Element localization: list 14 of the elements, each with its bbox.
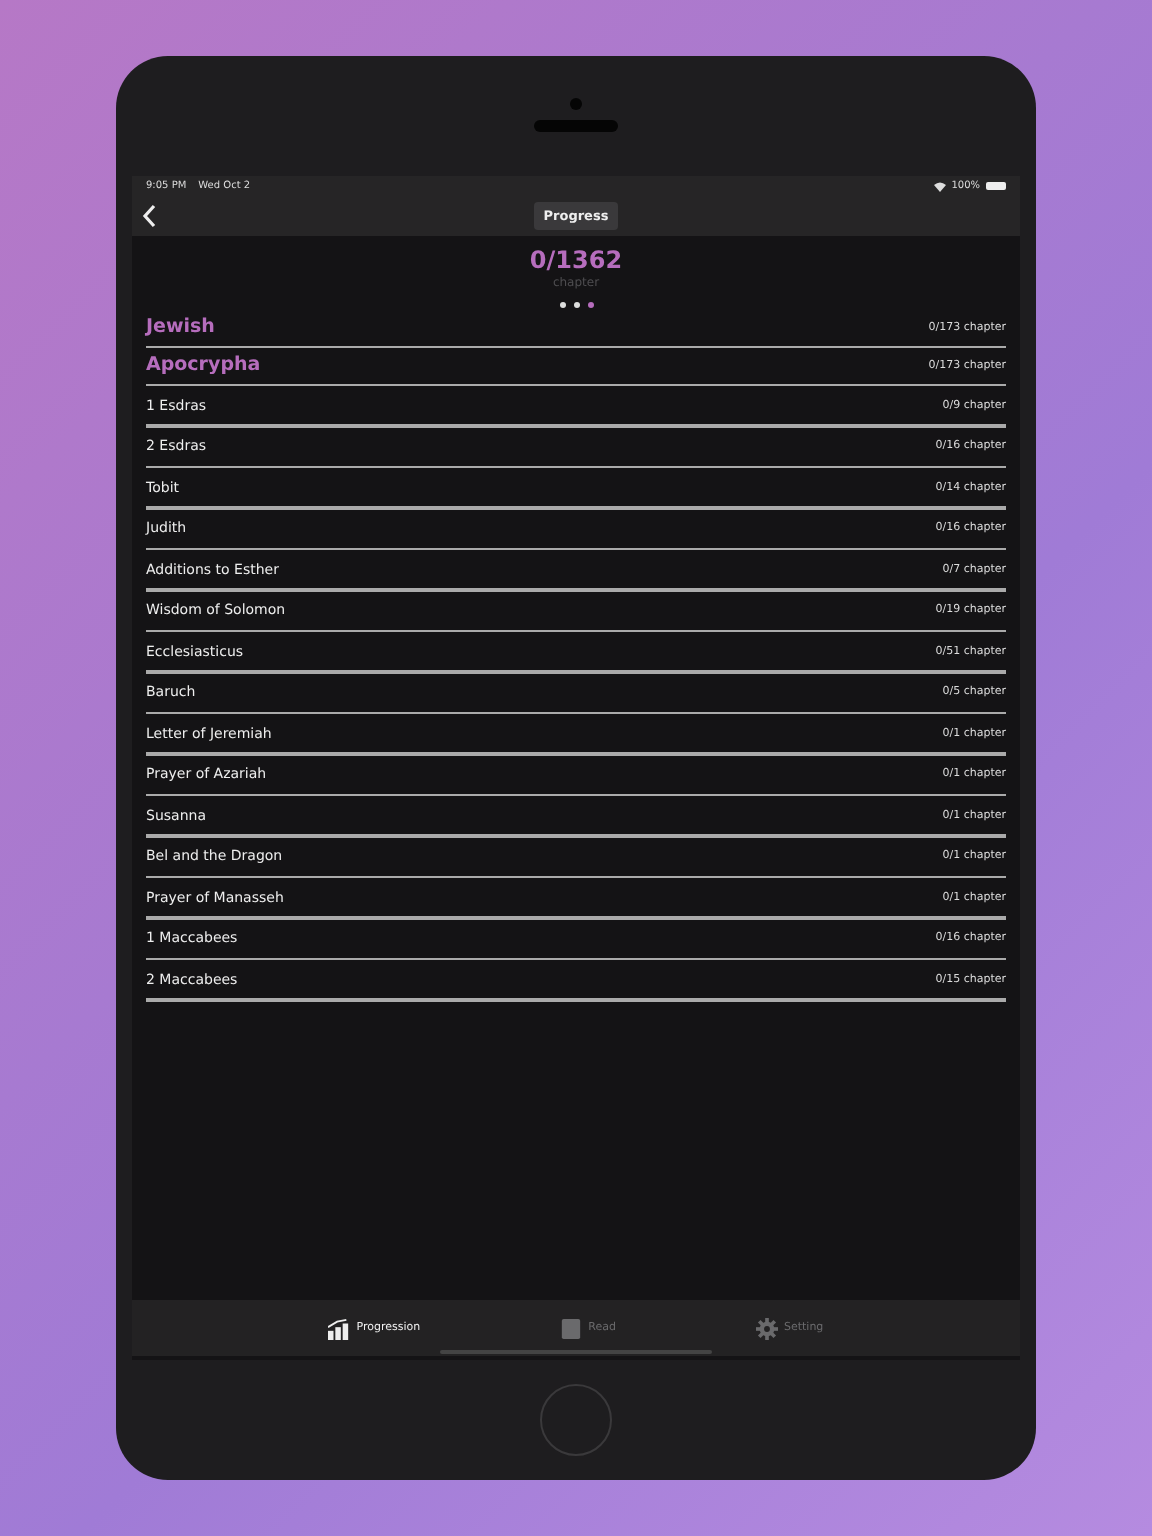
wifi-icon xyxy=(933,181,946,191)
bar-chart-icon xyxy=(328,1317,351,1339)
speaker-grille xyxy=(534,120,618,132)
book-icon xyxy=(560,1317,583,1339)
page-dot[interactable] xyxy=(587,302,593,308)
camera-icon xyxy=(570,98,582,110)
settings-icon xyxy=(755,1317,778,1339)
page-dot[interactable] xyxy=(559,302,565,308)
section-name: Apocrypha xyxy=(146,354,261,377)
back-icon[interactable] xyxy=(142,204,158,228)
total-count: 0/1362 xyxy=(527,246,625,274)
page-dot[interactable] xyxy=(573,302,579,308)
battery-icon xyxy=(986,182,1006,190)
section-name: Jewish xyxy=(146,316,215,339)
